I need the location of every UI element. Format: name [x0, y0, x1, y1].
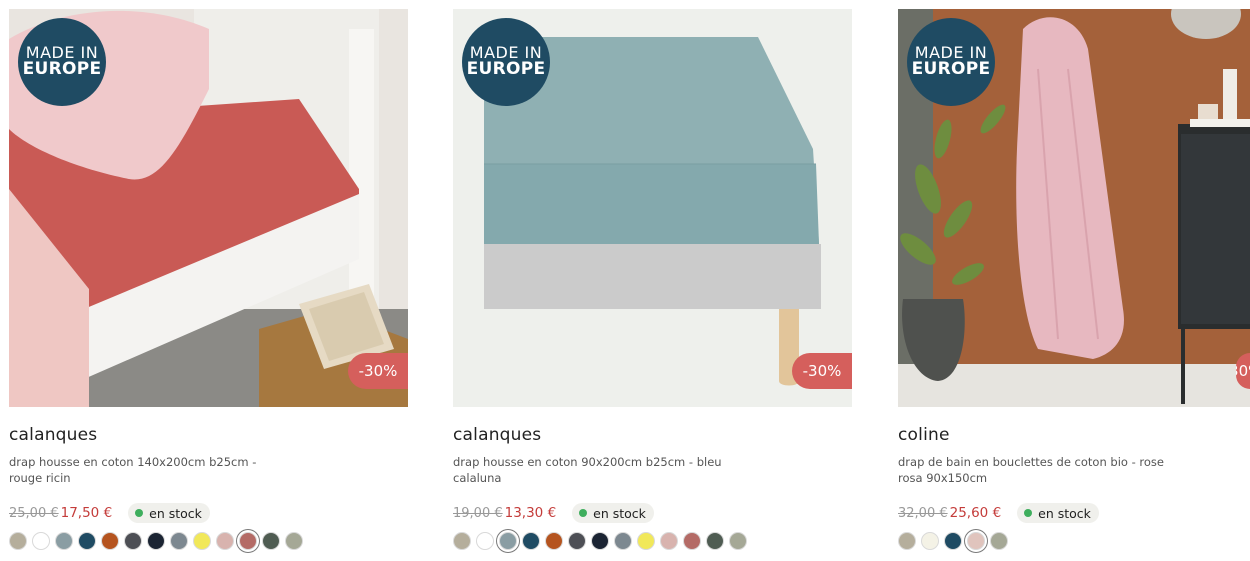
- color-swatch[interactable]: [614, 532, 632, 550]
- color-swatch[interactable]: [660, 532, 678, 550]
- discount-badge: -30%: [792, 353, 852, 389]
- product-card[interactable]: MADE IN EUROPE -30% coline drap de bain …: [898, 9, 1250, 550]
- product-description[interactable]: drap housse en coton 140x200cm b25cm - r…: [9, 454, 289, 486]
- color-swatch[interactable]: [921, 532, 939, 550]
- color-swatch[interactable]: [967, 532, 985, 550]
- color-swatch[interactable]: [568, 532, 586, 550]
- old-price: 19,00 €: [453, 505, 503, 521]
- stock-badge: en stock: [572, 503, 654, 523]
- color-swatch[interactable]: [476, 532, 494, 550]
- stock-label: en stock: [593, 505, 646, 521]
- color-swatch[interactable]: [101, 532, 119, 550]
- price-row: 25,00 € 17,50 € en stock: [9, 503, 210, 523]
- product-image[interactable]: MADE IN EUROPE -30%: [9, 9, 408, 407]
- color-swatch[interactable]: [262, 532, 280, 550]
- color-swatch[interactable]: [124, 532, 142, 550]
- product-image[interactable]: MADE IN EUROPE -30%: [898, 9, 1250, 407]
- color-swatches: [453, 532, 747, 550]
- color-swatches: [898, 532, 1008, 550]
- made-in-europe-badge: MADE IN EUROPE: [18, 18, 106, 106]
- color-swatch[interactable]: [545, 532, 563, 550]
- made-in-europe-badge: MADE IN EUROPE: [462, 18, 550, 106]
- color-swatch[interactable]: [729, 532, 747, 550]
- color-swatch[interactable]: [239, 532, 257, 550]
- stock-label: en stock: [1038, 505, 1091, 521]
- badge-line-2: EUROPE: [466, 59, 546, 80]
- color-swatch[interactable]: [285, 532, 303, 550]
- stock-status-dot-icon: [135, 509, 144, 517]
- stock-badge: en stock: [128, 503, 210, 523]
- color-swatch[interactable]: [499, 532, 517, 550]
- product-image[interactable]: MADE IN EUROPE -30%: [453, 9, 852, 407]
- color-swatch[interactable]: [706, 532, 724, 550]
- color-swatch[interactable]: [216, 532, 234, 550]
- badge-line-2: EUROPE: [22, 59, 102, 80]
- price-row: 19,00 € 13,30 € en stock: [453, 503, 654, 523]
- old-price: 25,00 €: [9, 505, 59, 521]
- color-swatch[interactable]: [193, 532, 211, 550]
- product-name[interactable]: coline: [898, 425, 1250, 445]
- product-card[interactable]: MADE IN EUROPE -30% calanques drap houss…: [9, 9, 408, 550]
- color-swatch[interactable]: [55, 532, 73, 550]
- color-swatches: [9, 532, 303, 550]
- price-row: 32,00 € 25,60 € en stock: [898, 503, 1099, 523]
- stock-badge: en stock: [1017, 503, 1099, 523]
- color-swatch[interactable]: [683, 532, 701, 550]
- color-swatch[interactable]: [990, 532, 1008, 550]
- sale-price: 17,50 €: [60, 505, 113, 521]
- stock-label: en stock: [149, 505, 202, 521]
- product-description[interactable]: drap de bain en bouclettes de coton bio …: [898, 454, 1178, 486]
- discount-badge: -30%: [348, 353, 408, 389]
- color-swatch[interactable]: [522, 532, 540, 550]
- color-swatch[interactable]: [637, 532, 655, 550]
- product-card[interactable]: MADE IN EUROPE -30% calanques drap houss…: [453, 9, 852, 550]
- color-swatch[interactable]: [9, 532, 27, 550]
- old-price: 32,00 €: [898, 505, 948, 521]
- discount-badge: -30%: [1236, 353, 1250, 389]
- sale-price: 13,30 €: [504, 505, 557, 521]
- product-name[interactable]: calanques: [453, 425, 852, 445]
- color-swatch[interactable]: [147, 532, 165, 550]
- color-swatch[interactable]: [453, 532, 471, 550]
- product-name[interactable]: calanques: [9, 425, 408, 445]
- color-swatch[interactable]: [170, 532, 188, 550]
- color-swatch[interactable]: [591, 532, 609, 550]
- made-in-europe-badge: MADE IN EUROPE: [907, 18, 995, 106]
- badge-line-2: EUROPE: [911, 59, 991, 80]
- color-swatch[interactable]: [944, 532, 962, 550]
- sale-price: 25,60 €: [949, 505, 1002, 521]
- product-description[interactable]: drap housse en coton 90x200cm b25cm - bl…: [453, 454, 733, 486]
- stock-status-dot-icon: [1024, 509, 1033, 517]
- color-swatch[interactable]: [78, 532, 96, 550]
- stock-status-dot-icon: [579, 509, 588, 517]
- color-swatch[interactable]: [32, 532, 50, 550]
- color-swatch[interactable]: [898, 532, 916, 550]
